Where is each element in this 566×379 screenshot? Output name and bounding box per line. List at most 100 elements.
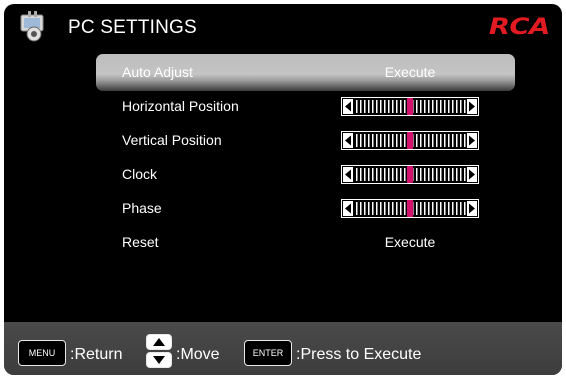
slider-tick (372, 202, 374, 215)
execute-value: Execute (384, 234, 436, 250)
menu-key-button[interactable]: MENU (18, 340, 66, 366)
slider-tick (376, 168, 378, 181)
slider-tick (452, 100, 454, 113)
slider-tick (384, 168, 386, 181)
slider-tick (368, 202, 370, 215)
execute-hint: :Press to Execute (296, 346, 422, 363)
slider-tick (428, 134, 430, 147)
slider-tick (356, 100, 358, 113)
enter-key-button[interactable]: ENTER (244, 340, 292, 366)
slider-tick (380, 134, 382, 147)
slider-tick (436, 134, 438, 147)
slider-tick (440, 168, 442, 181)
slider-tick (444, 202, 446, 215)
slider-tick (388, 168, 390, 181)
slider-tick (364, 134, 366, 147)
slider-tick (360, 100, 362, 113)
slider-tick (356, 168, 358, 181)
slider-tick (380, 100, 382, 113)
slider-tick (440, 100, 442, 113)
menu-item-phase[interactable]: Phase (4, 196, 562, 222)
slider-tick (372, 168, 374, 181)
slider-tick (436, 100, 438, 113)
slider-tick (416, 134, 418, 147)
menu-item-reset[interactable]: Reset Execute (4, 230, 562, 256)
slider-tick (400, 134, 402, 147)
move-hint: :Move (176, 346, 220, 363)
down-arrow-key[interactable] (146, 352, 172, 368)
clock-slider[interactable] (341, 165, 479, 184)
menu-item-label: Reset (122, 234, 159, 250)
down-arrow-icon (153, 356, 165, 364)
menu-key-label: MENU (28, 348, 56, 358)
pc-settings-screen: PC SETTINGS RCA Auto Adjust Execute Hori… (4, 4, 562, 375)
enter-key-label: ENTER (252, 348, 284, 358)
slider-marker[interactable] (407, 98, 413, 115)
slider-tick (368, 100, 370, 113)
slider-tick (464, 100, 466, 113)
slider-tick (404, 168, 406, 181)
slider-tick (460, 134, 462, 147)
brand-logo: RCA (489, 15, 550, 40)
slider-tick (436, 202, 438, 215)
slider-tick (396, 202, 398, 215)
slider-tick (364, 202, 366, 215)
slider-tick (388, 100, 390, 113)
slider-tick (360, 202, 362, 215)
slider-tick (420, 134, 422, 147)
slider-tick (368, 168, 370, 181)
slider-tick (424, 168, 426, 181)
slider-tick (404, 100, 406, 113)
slider-tick (448, 168, 450, 181)
slider-tick (392, 134, 394, 147)
slider-tick (364, 168, 366, 181)
up-arrow-icon (153, 338, 165, 346)
slider-tick (420, 202, 422, 215)
page-title: PC SETTINGS (68, 17, 197, 38)
slider-tick (400, 100, 402, 113)
slider-tick (432, 168, 434, 181)
menu-item-horizontal-position[interactable]: Horizontal Position (4, 94, 562, 120)
slider-tick (436, 168, 438, 181)
phase-slider[interactable] (341, 199, 479, 218)
slider-tick (384, 134, 386, 147)
menu-item-clock[interactable]: Clock (4, 162, 562, 188)
slider-tick (372, 100, 374, 113)
slider-tick (460, 168, 462, 181)
slider-tick (456, 134, 458, 147)
slider-tick (420, 100, 422, 113)
slider-marker[interactable] (407, 200, 413, 217)
menu-item-label: Auto Adjust (122, 64, 193, 80)
slider-marker[interactable] (407, 166, 413, 183)
slider-tick (452, 134, 454, 147)
slider-tick (424, 134, 426, 147)
slider-tick (364, 100, 366, 113)
slider-tick (380, 202, 382, 215)
slider-tick (392, 202, 394, 215)
horizontal-position-slider[interactable] (341, 97, 479, 116)
slider-marker[interactable] (407, 132, 413, 149)
return-hint: :Return (70, 346, 123, 363)
slider-tick (392, 100, 394, 113)
slider-tick (400, 202, 402, 215)
slider-tick (456, 168, 458, 181)
menu-item-label: Horizontal Position (122, 98, 239, 114)
slider-tick (416, 168, 418, 181)
slider-tick (444, 134, 446, 147)
vertical-position-slider[interactable] (341, 131, 479, 150)
menu-item-vertical-position[interactable]: Vertical Position (4, 128, 562, 154)
slider-tick (428, 100, 430, 113)
slider-tick (452, 168, 454, 181)
slider-tick (432, 134, 434, 147)
slider-tick (356, 202, 358, 215)
slider-tick (372, 134, 374, 147)
menu-item-auto-adjust[interactable]: Auto Adjust Execute (4, 60, 562, 86)
up-arrow-key[interactable] (146, 334, 172, 350)
slider-tick (456, 100, 458, 113)
slider-tick (376, 134, 378, 147)
slider-tick (440, 134, 442, 147)
slider-tick (428, 202, 430, 215)
slider-tick (396, 168, 398, 181)
slider-tick (448, 100, 450, 113)
slider-tick (388, 202, 390, 215)
